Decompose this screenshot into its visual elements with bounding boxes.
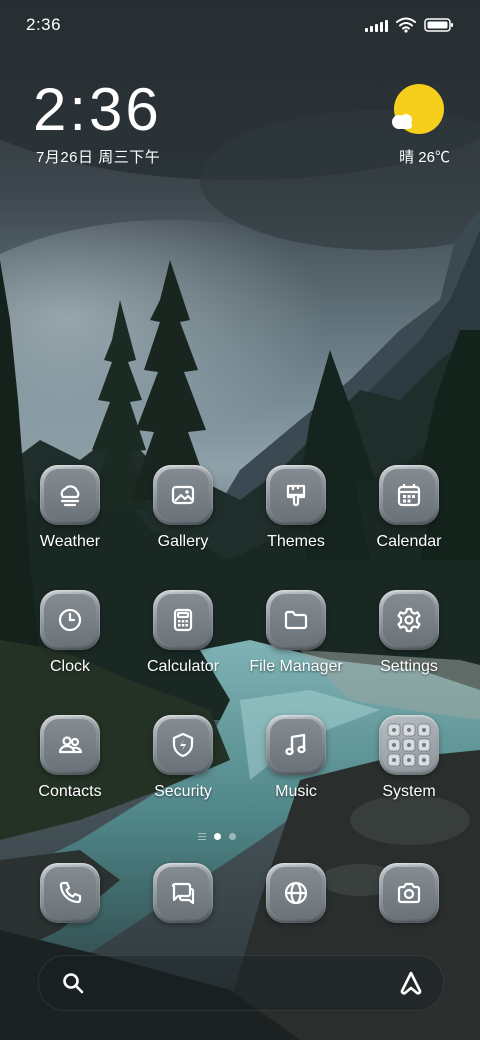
battery-icon <box>424 18 453 32</box>
page-indicator[interactable] <box>198 830 248 842</box>
app-icon-frame <box>266 590 326 650</box>
dock-messages[interactable] <box>133 863 233 923</box>
cloud-icon <box>392 114 412 129</box>
folder-grid-icon <box>387 723 431 767</box>
calendar-icon <box>397 484 421 507</box>
app-label: Gallery <box>157 533 209 550</box>
clock-widget-date[interactable]: 7月26日 周三下午 <box>36 146 160 167</box>
app-icon-face <box>270 867 322 919</box>
app-label: Clock <box>49 658 90 675</box>
app-gallery[interactable]: Gallery <box>133 465 233 551</box>
browser-globe-icon <box>284 881 308 905</box>
status-icons <box>365 16 454 34</box>
messages-icon <box>171 882 195 905</box>
app-icon-frame <box>153 863 213 923</box>
app-music[interactable]: Music <box>246 715 346 801</box>
app-folder-system[interactable]: System <box>359 715 459 801</box>
app-label: Calendar <box>376 533 442 550</box>
app-file-manager[interactable]: File Manager <box>246 590 346 676</box>
app-icon-frame <box>266 863 326 923</box>
app-label: Themes <box>267 533 325 550</box>
app-security[interactable]: Security <box>133 715 233 801</box>
app-icon-face <box>270 594 322 646</box>
app-label: Weather <box>39 533 101 550</box>
dock-phone[interactable] <box>20 863 120 923</box>
app-label: Security <box>154 783 212 800</box>
search-bar[interactable] <box>38 955 444 1011</box>
app-icon-face <box>157 469 209 521</box>
signal-icon <box>365 18 388 32</box>
app-icon-frame <box>379 465 439 525</box>
app-label: System <box>382 783 436 800</box>
shield-icon <box>172 732 194 758</box>
app-icon-face <box>44 594 96 646</box>
weather-widget[interactable]: 晴 26℃ <box>350 82 450 172</box>
camera-icon <box>397 882 421 904</box>
app-icon-face <box>383 594 435 646</box>
app-icon-frame <box>266 715 326 775</box>
app-icon-face <box>270 469 322 521</box>
app-icon-face <box>157 719 209 771</box>
app-clock[interactable]: Clock <box>20 590 120 676</box>
app-icon-face <box>157 867 209 919</box>
status-time: 2:36 <box>26 15 62 34</box>
app-icon-frame <box>379 715 439 775</box>
app-icon-frame <box>379 863 439 923</box>
app-icon-frame <box>40 590 100 650</box>
app-icon-face <box>383 469 435 521</box>
app-icon-frame <box>40 465 100 525</box>
app-icon-face <box>383 867 435 919</box>
app-icon-frame <box>153 715 213 775</box>
app-drawer-indicator-icon <box>198 832 206 840</box>
app-icon-frame <box>40 863 100 923</box>
app-label: Contacts <box>38 783 102 800</box>
gallery-icon <box>171 485 195 505</box>
app-calculator[interactable]: Calculator <box>133 590 233 676</box>
app-label: Calculator <box>146 658 220 675</box>
app-settings[interactable]: Settings <box>359 590 459 676</box>
app-icon-face <box>44 867 96 919</box>
status-bar: 2:36 <box>0 0 480 50</box>
app-icon-face <box>157 594 209 646</box>
phone-icon <box>59 881 82 904</box>
wifi-icon <box>396 17 416 33</box>
app-icon-face <box>44 469 96 521</box>
assistant-icon[interactable] <box>397 969 425 997</box>
app-icon-face <box>270 719 322 771</box>
app-calendar[interactable]: Calendar <box>359 465 459 551</box>
clock-widget-time[interactable]: 2:36 <box>33 78 162 142</box>
app-icon-frame <box>266 465 326 525</box>
app-themes[interactable]: Themes <box>246 465 346 551</box>
search-icon[interactable] <box>61 971 85 995</box>
app-icon-frame <box>40 715 100 775</box>
app-icon-face <box>44 719 96 771</box>
weather-text: 晴 26℃ <box>399 149 450 166</box>
app-label: File Manager <box>249 658 343 675</box>
themes-brush-icon <box>286 484 306 507</box>
app-label: Music <box>275 783 317 800</box>
contacts-icon <box>58 736 83 754</box>
clock-icon <box>58 608 82 632</box>
app-icon-frame <box>379 590 439 650</box>
page-dot-1 <box>214 832 221 840</box>
app-contacts[interactable]: Contacts <box>20 715 120 801</box>
gear-icon <box>397 607 421 633</box>
folder-icon <box>284 610 308 630</box>
app-icon-frame <box>153 465 213 525</box>
app-label: Settings <box>380 658 438 675</box>
app-weather[interactable]: Weather <box>20 465 120 551</box>
page-dot-2 <box>229 832 236 840</box>
dock-camera[interactable] <box>359 863 459 923</box>
music-note-icon <box>285 733 306 756</box>
app-icon-frame <box>153 590 213 650</box>
weather-icon <box>60 485 80 507</box>
calculator-icon <box>173 608 193 632</box>
dock-browser[interactable] <box>246 863 346 923</box>
